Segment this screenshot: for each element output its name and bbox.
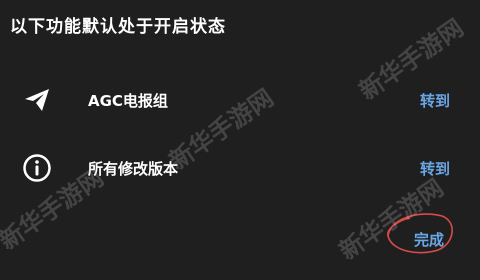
info-icon — [23, 154, 51, 182]
done-button[interactable]: 完成 — [414, 229, 444, 250]
dialog-title: 以下功能默认处于开启状态 — [10, 17, 226, 37]
features-dialog: 以下功能默认处于开启状态 AGC电报组 转到 所有修改版本 转到 完成 新华手游… — [0, 0, 480, 280]
telegram-send-icon — [25, 89, 49, 111]
list-item-label: AGC电报组 — [88, 92, 168, 110]
goto-button[interactable]: 转到 — [420, 90, 450, 111]
list-item-label: 所有修改版本 — [88, 160, 179, 178]
goto-button[interactable]: 转到 — [420, 158, 450, 179]
list-item-all-mod-versions[interactable]: 所有修改版本 转到 — [0, 148, 480, 188]
list-item-agc-telegram[interactable]: AGC电报组 转到 — [0, 80, 480, 120]
